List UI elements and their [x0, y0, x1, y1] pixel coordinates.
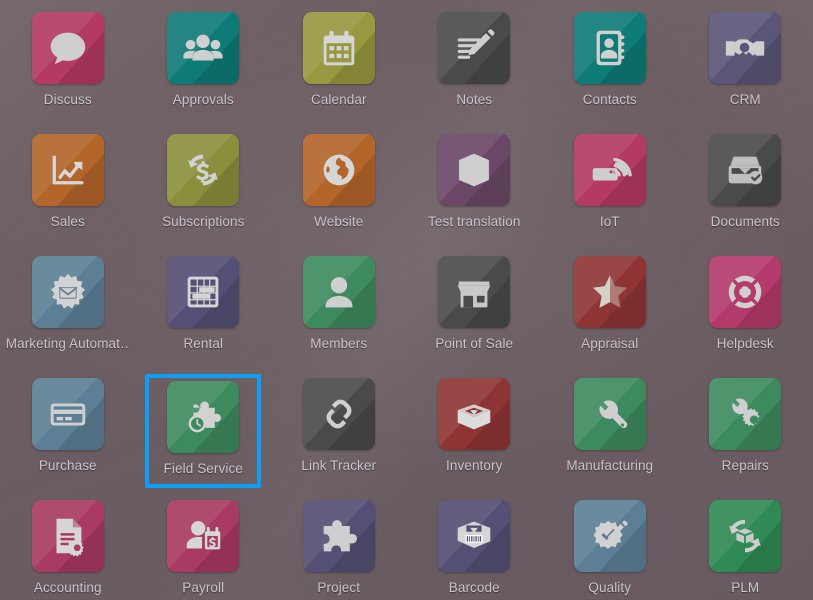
app-label: Documents: [710, 215, 780, 229]
app-label: Link Tracker: [301, 459, 377, 473]
app-label: CRM: [729, 93, 761, 107]
app-label: Marketing Automat…: [5, 337, 130, 351]
app-label: Website: [314, 215, 364, 229]
app-label: Notes: [456, 93, 493, 107]
app-tile-payroll[interactable]: Payroll: [144, 496, 262, 600]
app-label: Manufacturing: [566, 459, 654, 473]
app-tile-manufacturing[interactable]: Manufacturing: [551, 374, 669, 488]
app-label: IoT: [599, 215, 620, 229]
app-label: Helpdesk: [716, 337, 774, 351]
half-star-icon[interactable]: [573, 256, 646, 328]
app-label: Contacts: [582, 93, 637, 107]
app-label: Appraisal: [581, 337, 639, 351]
recurring-dollar-icon[interactable]: [167, 134, 240, 206]
app-tile-link-tracker[interactable]: Link Tracker: [280, 374, 398, 488]
cube-recycle-icon[interactable]: [709, 500, 782, 572]
app-tile-field-service[interactable]: Field Service: [145, 374, 262, 488]
app-tile-iot[interactable]: IoT: [551, 130, 669, 244]
app-tile-accounting[interactable]: Accounting: [9, 496, 127, 600]
globe-icon[interactable]: [302, 134, 375, 206]
app-label: Accounting: [33, 581, 102, 595]
app-tile-website[interactable]: Website: [280, 130, 398, 244]
app-tile-project[interactable]: Project: [280, 496, 398, 600]
person-icon[interactable]: [302, 256, 375, 328]
app-label: Test translation: [428, 215, 521, 229]
chain-link-icon[interactable]: [302, 378, 375, 450]
address-book-icon[interactable]: [573, 12, 646, 84]
document-gear-icon[interactable]: [31, 500, 104, 572]
app-label: Members: [310, 337, 368, 351]
calendar-icon[interactable]: [302, 12, 375, 84]
app-tile-barcode[interactable]: Barcode: [415, 496, 533, 600]
credit-card-icon[interactable]: [31, 378, 104, 450]
storefront-icon[interactable]: [438, 256, 511, 328]
puzzle-stopwatch-icon[interactable]: [167, 381, 240, 453]
wrench-icon[interactable]: [573, 378, 646, 450]
app-label: PLM: [731, 581, 760, 595]
app-tile-notes[interactable]: Notes: [415, 8, 533, 122]
app-label: Calendar: [310, 93, 367, 107]
app-tile-repairs[interactable]: Repairs: [686, 374, 804, 488]
app-label: Quality: [588, 581, 632, 595]
planning-grid-icon[interactable]: [167, 256, 240, 328]
app-tile-subscriptions[interactable]: Subscriptions: [144, 130, 262, 244]
app-tile-rental[interactable]: Rental: [144, 252, 262, 366]
app-tile-quality[interactable]: Quality: [551, 496, 669, 600]
file-tray-check-icon[interactable]: [709, 134, 782, 206]
app-tile-point-of-sale[interactable]: Point of Sale: [415, 252, 533, 366]
app-label: Sales: [50, 215, 85, 229]
person-payday-icon[interactable]: [167, 500, 240, 572]
app-tile-helpdesk[interactable]: Helpdesk: [686, 252, 804, 366]
app-tile-approvals[interactable]: Approvals: [144, 8, 262, 122]
puzzle-piece-icon[interactable]: [302, 500, 375, 572]
app-tile-calendar[interactable]: Calendar: [280, 8, 398, 122]
app-label: Purchase: [38, 459, 97, 473]
app-tile-purchase[interactable]: Purchase: [9, 374, 127, 488]
handshake-icon[interactable]: [709, 12, 782, 84]
app-tile-documents[interactable]: Documents: [686, 130, 804, 244]
app-tile-discuss[interactable]: Discuss: [9, 8, 127, 122]
app-tile-marketing-automat[interactable]: Marketing Automat…: [5, 252, 130, 366]
gear-envelope-icon[interactable]: [31, 256, 104, 328]
app-tile-contacts[interactable]: Contacts: [551, 8, 669, 122]
app-tile-test-translation[interactable]: Test translation: [415, 130, 533, 244]
app-tile-inventory[interactable]: Inventory: [415, 374, 533, 488]
group-people-icon[interactable]: [167, 12, 240, 84]
app-tile-appraisal[interactable]: Appraisal: [551, 252, 669, 366]
app-label: Discuss: [43, 93, 92, 107]
app-label: Approvals: [172, 93, 234, 107]
app-label: Project: [317, 581, 361, 595]
note-pencil-icon[interactable]: [438, 12, 511, 84]
chat-bubble-icon[interactable]: [31, 12, 104, 84]
wrench-gear-icon[interactable]: [709, 378, 782, 450]
app-tile-members[interactable]: Members: [280, 252, 398, 366]
app-label: Payroll: [182, 581, 225, 595]
cube-alert-icon[interactable]: [438, 134, 511, 206]
app-label: Subscriptions: [162, 215, 245, 229]
app-label: Rental: [183, 337, 224, 351]
life-ring-icon[interactable]: [709, 256, 782, 328]
app-label: Barcode: [448, 581, 500, 595]
app-label: Field Service: [163, 462, 243, 476]
badge-check-pen-icon[interactable]: [573, 500, 646, 572]
app-label: Repairs: [721, 459, 769, 473]
barcode-box-icon[interactable]: [438, 500, 511, 572]
app-label: Inventory: [446, 459, 503, 473]
app-label: Point of Sale: [435, 337, 514, 351]
open-box-icon[interactable]: [438, 378, 511, 450]
app-tile-crm[interactable]: CRM: [686, 8, 804, 122]
wifi-box-icon[interactable]: [573, 134, 646, 206]
apps-grid: Discuss Approvals Calendar Notes Contacts CRM…: [0, 0, 813, 600]
app-tile-plm[interactable]: PLM: [686, 496, 804, 600]
chart-growth-icon[interactable]: [31, 134, 104, 206]
app-tile-sales[interactable]: Sales: [9, 130, 127, 244]
